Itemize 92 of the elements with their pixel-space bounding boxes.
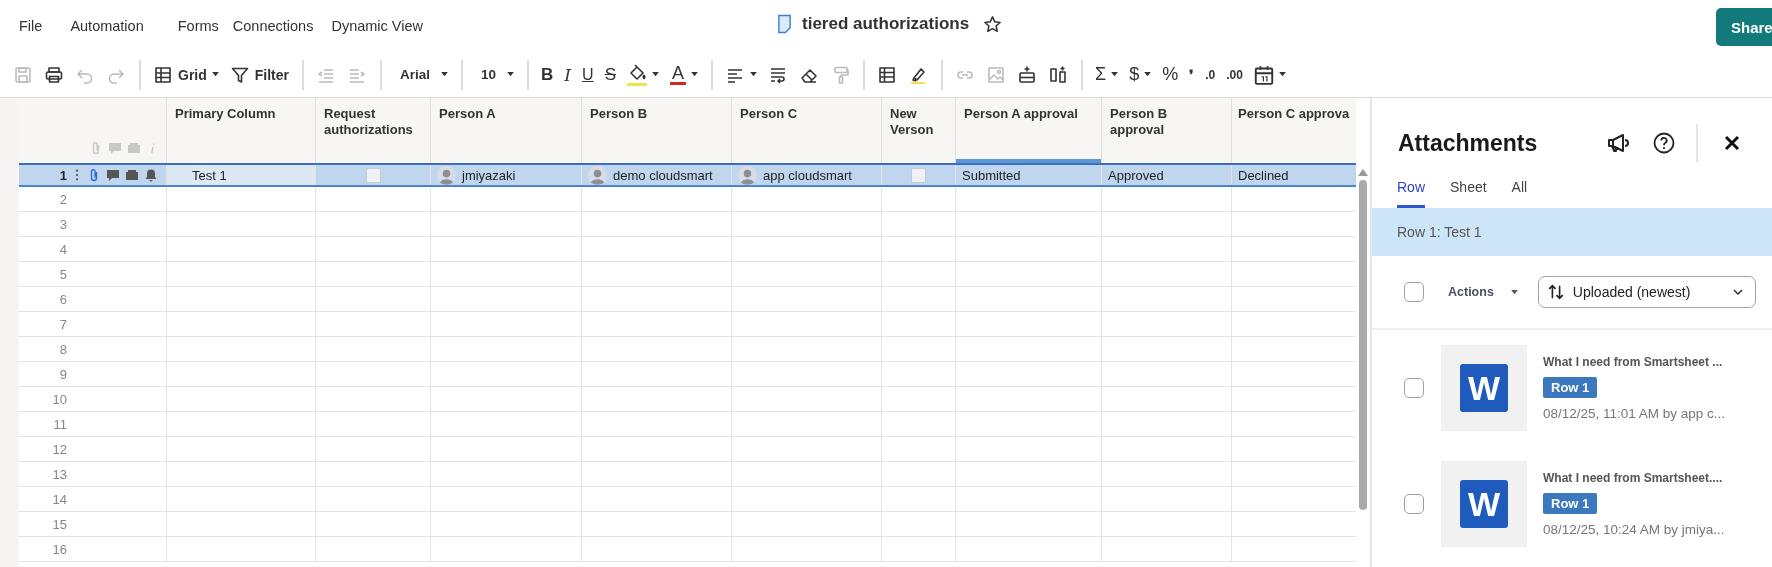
column-header[interactable]: Person A approval (955, 98, 1101, 163)
image-icon (986, 64, 1006, 85)
avatar-icon (437, 165, 456, 185)
tab[interactable]: All (1511, 179, 1528, 208)
upload-info: 08/12/25, 10:24 AM by jmiya... (1543, 522, 1725, 537)
context-label: Row 1: Test 1 (1397, 224, 1482, 240)
view-dropdown[interactable]: Grid (148, 59, 224, 90)
actions-dropdown[interactable]: Actions (1448, 285, 1518, 299)
file-name[interactable]: What I need from Smartsheet.... (1543, 471, 1723, 485)
text-color-button[interactable]: A (664, 59, 703, 90)
chevron-icon (1732, 289, 1743, 295)
tab[interactable]: Sheet (1450, 179, 1487, 208)
row-number: 1 (58, 167, 67, 183)
file-thumbnail[interactable]: W (1441, 461, 1527, 547)
row-number: 16 (51, 541, 67, 557)
panel-title: Attachments (1398, 129, 1538, 157)
help-icon[interactable] (1652, 131, 1676, 155)
select-all-checkbox[interactable] (1404, 282, 1424, 302)
row-number: 2 (58, 191, 67, 207)
document-icon: W (1460, 480, 1508, 528)
sheet-title: tiered authorizations (802, 14, 970, 34)
checkbox[interactable] (1404, 494, 1424, 514)
font-dropdown[interactable]: Arial (389, 59, 454, 90)
menu-item[interactable]: Automation (70, 18, 144, 34)
contact-name: app cloudsmart (763, 167, 852, 183)
sheet-icon (777, 14, 792, 34)
sort-dropdown[interactable]: Uploaded (newest) (1537, 276, 1756, 308)
insert-row-icon (1017, 64, 1037, 85)
avatar-icon (738, 165, 757, 185)
print-icon (44, 64, 64, 85)
menu-item[interactable]: Connections (232, 18, 314, 34)
save-icon (13, 64, 33, 85)
document-icon: W (1460, 364, 1508, 412)
currency-button[interactable]: $ (1124, 59, 1157, 90)
row-number: 10 (51, 391, 67, 407)
upload-info: 08/12/25, 11:01 AM by app c... (1543, 406, 1726, 421)
avatar-icon (588, 165, 607, 185)
font-size-dropdown[interactable]: 10 (470, 59, 520, 90)
row-tag: Row 1 (1543, 377, 1598, 398)
row-number: 15 (51, 516, 67, 532)
table-cell: Test 1 (192, 167, 227, 183)
filter-button[interactable]: Filter (224, 59, 294, 90)
row-number: 3 (58, 216, 67, 232)
share-button[interactable]: Share (1716, 8, 1772, 46)
row-number: 11 (52, 416, 67, 432)
more-icon[interactable] (75, 169, 79, 181)
table-cell: Approved (1108, 167, 1164, 183)
strikethrough-button[interactable]: S (599, 59, 621, 90)
italic-button[interactable]: I (559, 59, 577, 90)
caret-icon (1510, 289, 1518, 295)
contact-name: demo cloudsmart (613, 167, 713, 183)
menu-item[interactable]: Forms (177, 18, 219, 34)
checkbox[interactable] (1404, 378, 1424, 398)
star-icon[interactable] (983, 14, 1003, 34)
table-cell: Submitted (962, 167, 1021, 183)
comma-button[interactable]: ❜ (1184, 59, 1200, 90)
checkbox[interactable] (911, 167, 926, 183)
underline-button[interactable]: U (577, 59, 599, 90)
columns-icon (1048, 64, 1068, 85)
increase-decimal-button[interactable]: .00 (1221, 59, 1248, 90)
row-number: 7 (58, 316, 67, 332)
bold-button[interactable]: B (536, 59, 559, 90)
sort-icon (1546, 283, 1565, 301)
row-number: 4 (58, 241, 67, 257)
sum-button[interactable]: Σ (1090, 59, 1124, 90)
table-cell: Declined (1238, 167, 1289, 183)
comment-icon[interactable] (106, 168, 120, 182)
menu-item[interactable]: File (19, 18, 43, 34)
row-number: 12 (51, 441, 67, 457)
row-number: 14 (51, 491, 67, 507)
megaphone-icon[interactable] (1606, 131, 1630, 155)
contact-name: jmiyazaki (462, 167, 516, 183)
row-number: 9 (58, 366, 67, 382)
paint-bucket-icon (626, 63, 647, 86)
checkbox[interactable] (365, 167, 381, 183)
decrease-decimal-button[interactable]: .0 (1200, 59, 1221, 90)
folder-icon (127, 141, 141, 155)
comment-icon (108, 141, 122, 155)
calendar-icon (1253, 64, 1274, 85)
row-number: 6 (58, 291, 67, 307)
table-icon (877, 64, 897, 85)
percent-button[interactable]: % (1157, 59, 1184, 90)
row-tag: Row 1 (1543, 493, 1598, 514)
bell-icon[interactable] (144, 168, 158, 182)
menu-item[interactable]: Dynamic View (331, 18, 424, 34)
folder-icon[interactable] (125, 168, 139, 182)
grid-icon (153, 64, 173, 85)
row-number: 8 (58, 341, 67, 357)
row-number: 13 (51, 466, 67, 482)
file-name[interactable]: What I need from Smartsheet ... (1543, 355, 1723, 369)
row-number: 5 (58, 266, 67, 282)
file-thumbnail[interactable]: W (1441, 345, 1527, 431)
